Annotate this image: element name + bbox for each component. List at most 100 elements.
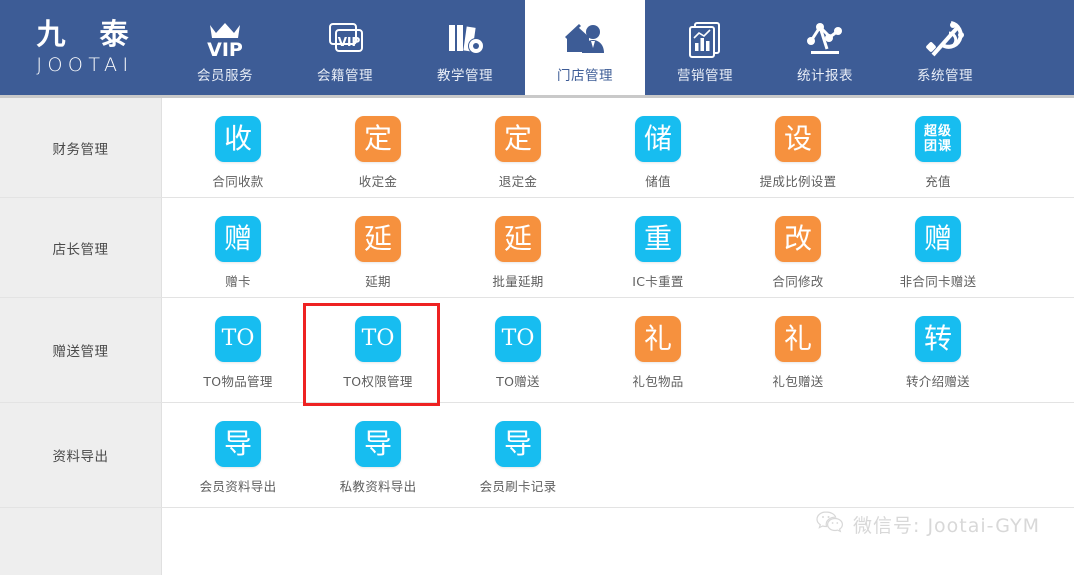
section-row-finance: 财务管理 收 合同收款 定 收定金 定 退定金 储 储值 设 提成比例设置 超级… [0,98,1074,198]
nav-label: 门店管理 [557,68,613,84]
tile-member-data-export[interactable]: 导 会员资料导出 [168,415,308,503]
vip-crown-icon: VIP [202,15,248,59]
line-chart-icon [803,15,847,59]
app-window: 九 泰 JOOTAI VIP 会员服务 VIP 会籍管理 教学管理 门店管理 营… [0,0,1074,575]
nav-label: 教学管理 [437,68,493,84]
tile-glyph-icon: 重 [635,216,681,262]
sidebar-category-empty [0,508,162,575]
brand-logo[interactable]: 九 泰 JOOTAI [0,0,165,95]
tile-glyph-icon: TO [495,316,541,362]
tile-glyph-icon: 超级 团课 [915,116,961,162]
content-area: 财务管理 收 合同收款 定 收定金 定 退定金 储 储值 设 提成比例设置 超级… [0,98,1074,575]
tile-glyph-icon: 礼 [635,316,681,362]
tile-contract-modify[interactable]: 改 合同修改 [728,210,868,298]
tile-label: IC卡重置 [632,274,684,289]
tile-label: 礼包物品 [632,374,684,389]
tile-stored-value[interactable]: 储 储值 [588,110,728,198]
tile-label: 储值 [645,174,671,189]
tile-glyph-icon: 礼 [775,316,821,362]
tile-commission-ratio-settings[interactable]: 设 提成比例设置 [728,110,868,198]
section-row-store-manager: 店长管理 赠 赠卡 延 延期 延 批量延期 重 IC卡重置 改 合同修改 赠 非… [0,198,1074,298]
tile-glyph-icon: 赠 [915,216,961,262]
tile-glyph-icon: 定 [355,116,401,162]
nav-label: 会籍管理 [317,68,373,84]
tile-label: 礼包赠送 [772,374,824,389]
section-row-data-export: 资料导出 导 会员资料导出 导 私教资料导出 导 会员刷卡记录 [0,403,1074,508]
nav-label: 会员服务 [197,68,253,84]
tile-label: 会员资料导出 [199,479,277,494]
sidebar-category-store-manager[interactable]: 店长管理 [0,198,162,297]
tile-glyph-icon: 延 [495,216,541,262]
nav-item-statistics-report[interactable]: 统计报表 [765,0,885,95]
tile-glyph-icon: 设 [775,116,821,162]
section-row-gift: 赠送管理 TO TO物品管理 TO TO权限管理 TO TO赠送 礼 礼包物品 [0,298,1074,403]
books-gear-icon [443,15,487,59]
tile-glyph-line-1: 超级 [923,124,952,139]
nav-item-membership-management[interactable]: VIP 会籍管理 [285,0,405,95]
tile-ic-card-reset[interactable]: 重 IC卡重置 [588,210,728,298]
tile-label: 延期 [365,274,391,289]
tile-glyph-icon: 导 [215,421,261,467]
tile-to-permission-management[interactable]: TO TO权限管理 [308,310,448,398]
tile-collect-deposit[interactable]: 定 收定金 [308,110,448,198]
tile-glyph-icon: 定 [495,116,541,162]
svg-text:VIP: VIP [207,39,243,59]
tile-glyph-icon: 收 [215,116,261,162]
tile-label: TO权限管理 [343,374,413,389]
sidebar-category-data-export[interactable]: 资料导出 [0,403,162,507]
tile-label: 退定金 [498,174,538,189]
tile-label: 转介绍赠送 [905,374,970,389]
tile-extension[interactable]: 延 延期 [308,210,448,298]
tile-pt-data-export[interactable]: 导 私教资料导出 [308,415,448,503]
tile-glyph-icon: 储 [635,116,681,162]
tile-label: 提成比例设置 [759,174,837,189]
tile-member-card-swipe-record[interactable]: 导 会员刷卡记录 [448,415,588,503]
tile-label: TO物品管理 [203,374,273,389]
brand-name-en: JOOTAI [36,53,134,76]
tile-recharge[interactable]: 超级 团课 充值 [868,110,1008,198]
nav-item-store-management[interactable]: 门店管理 [525,0,645,95]
nav-label: 营销管理 [677,68,733,84]
tile-label: TO赠送 [496,374,540,389]
tile-label: 批量延期 [492,274,544,289]
tile-to-item-management[interactable]: TO TO物品管理 [168,310,308,398]
tile-to-gift[interactable]: TO TO赠送 [448,310,588,398]
tile-glyph-icon: 转 [915,316,961,362]
tile-label: 收定金 [358,174,398,189]
tile-label: 赠卡 [225,274,251,289]
tile-gift-package-item[interactable]: 礼 礼包物品 [588,310,728,398]
tile-glyph-line-2: 团课 [923,139,952,154]
tile-group-gift: TO TO物品管理 TO TO权限管理 TO TO赠送 礼 礼包物品 礼 礼包赠… [162,298,1074,402]
vip-cards-icon: VIP [323,15,367,59]
tile-glyph-icon: 延 [355,216,401,262]
tile-gift-card[interactable]: 赠 赠卡 [168,210,308,298]
wechat-icon [816,510,844,539]
tile-label: 私教资料导出 [339,479,417,494]
tile-batch-extension[interactable]: 延 批量延期 [448,210,588,298]
tile-glyph-icon: 赠 [215,216,261,262]
tile-label: 非合同卡赠送 [899,274,977,289]
tile-glyph-icon: 改 [775,216,821,262]
brand-name-cn: 九 泰 [36,17,141,52]
nav-label: 统计报表 [797,68,853,84]
nav-label: 系统管理 [917,68,973,84]
tile-label: 会员刷卡记录 [479,479,557,494]
tile-referral-gift[interactable]: 转 转介绍赠送 [868,310,1008,398]
nav-item-marketing-management[interactable]: 营销管理 [645,0,765,95]
nav-item-teaching-management[interactable]: 教学管理 [405,0,525,95]
tile-refund-deposit[interactable]: 定 退定金 [448,110,588,198]
nav-item-system-management[interactable]: 系统管理 [885,0,1005,95]
tile-non-contract-card-gift[interactable]: 赠 非合同卡赠送 [868,210,1008,298]
tile-contract-payment[interactable]: 收 合同收款 [168,110,308,198]
tile-glyph-icon: TO [215,316,261,362]
tile-glyph-icon: 导 [355,421,401,467]
tile-label: 充值 [925,174,951,189]
sidebar-category-gift[interactable]: 赠送管理 [0,298,162,402]
tile-gift-package-give[interactable]: 礼 礼包赠送 [728,310,868,398]
watermark-text: 微信号: Jootai-GYM [853,515,1040,537]
gears-wrench-icon [923,15,967,59]
nav-item-member-service[interactable]: VIP 会员服务 [165,0,285,95]
tile-glyph-icon: 导 [495,421,541,467]
sidebar-category-finance[interactable]: 财务管理 [0,98,162,197]
nav-item-list: VIP 会员服务 VIP 会籍管理 教学管理 门店管理 营销管理 统计报表 系统… [165,0,1074,95]
